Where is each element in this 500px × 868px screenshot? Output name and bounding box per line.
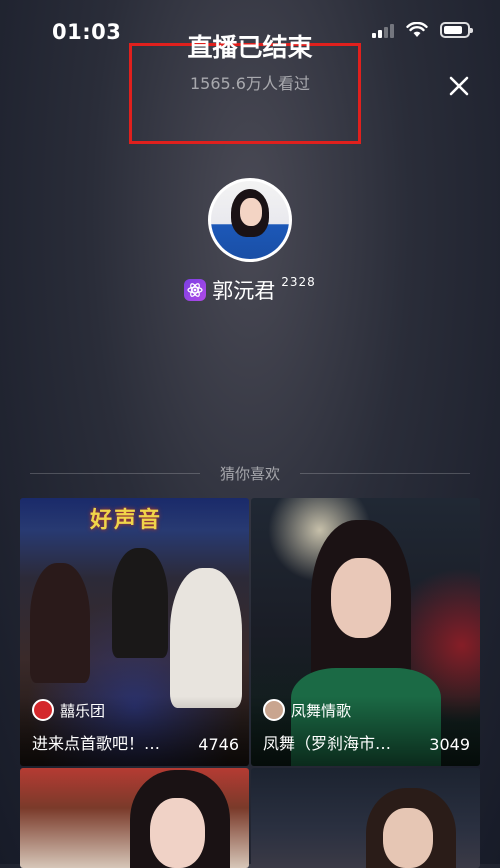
card-viewer-count: 3049 bbox=[429, 735, 470, 754]
streamer-avatar[interactable] bbox=[208, 178, 292, 262]
atom-badge-icon bbox=[184, 279, 207, 301]
viewer-count: 1565.6万人看过 bbox=[190, 74, 310, 93]
card-caption: 凤舞（罗刹海市… bbox=[263, 734, 392, 753]
card-caption: 进来点首歌吧！… bbox=[32, 734, 161, 753]
author-name: 囍乐团 bbox=[60, 701, 106, 720]
avatar-image bbox=[211, 181, 289, 259]
recommend-card[interactable]: 好声音 囍乐团 进来点首歌吧！… 4746 bbox=[20, 498, 249, 766]
close-button[interactable] bbox=[443, 70, 475, 102]
author-name: 凤舞情歌 bbox=[291, 701, 352, 720]
streamer-info[interactable]: 郭沅君 2328 bbox=[0, 275, 500, 305]
card-viewer-count: 4746 bbox=[198, 735, 239, 754]
card-author: 囍乐团 bbox=[32, 699, 105, 721]
recommend-card[interactable] bbox=[251, 768, 480, 868]
recommend-card[interactable] bbox=[20, 768, 249, 868]
page-title: 直播已结束 bbox=[187, 33, 313, 62]
author-avatar bbox=[263, 699, 285, 721]
recommend-card[interactable]: 凤舞情歌 凤舞（罗刹海市… 3049 bbox=[251, 498, 480, 766]
close-icon bbox=[449, 76, 469, 96]
card-banner-text: 好声音 bbox=[90, 508, 163, 533]
section-divider: 猜你喜欢 bbox=[30, 463, 470, 483]
card-author: 凤舞情歌 bbox=[263, 699, 351, 721]
author-avatar bbox=[32, 699, 54, 721]
streamer-level: 2328 bbox=[281, 275, 316, 289]
streamer-name: 郭沅君 bbox=[212, 279, 276, 303]
